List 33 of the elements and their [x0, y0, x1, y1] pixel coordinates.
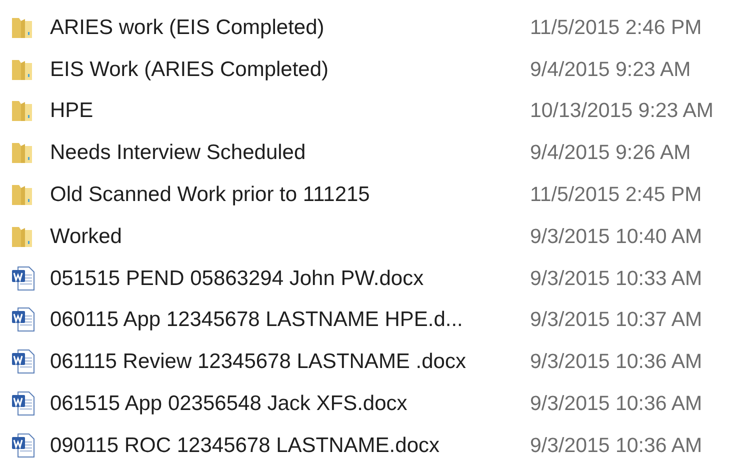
document-icon — [11, 391, 35, 418]
folder-icon — [11, 141, 33, 166]
file-name[interactable]: HPE — [50, 99, 94, 124]
modified-date: 9/3/2015 10:36 AM — [530, 350, 702, 374]
folder-icon — [11, 224, 33, 249]
file-name[interactable]: EIS Work (ARIES Completed) — [50, 58, 329, 82]
folder-icon — [11, 16, 33, 40]
file-name[interactable]: 051515 PEND 05863294 John PW.docx — [50, 266, 424, 291]
file-name[interactable]: 090115 ROC 12345678 LASTNAME.docx — [50, 434, 440, 458]
modified-date: 9/4/2015 9:26 AM — [530, 141, 691, 166]
document-icon — [11, 349, 35, 376]
file-name[interactable]: ARIES work (EIS Completed) — [50, 16, 324, 40]
modified-date: 11/5/2015 2:45 PM — [530, 183, 702, 208]
file-name[interactable]: 061115 Review 12345678 LASTNAME .docx — [50, 350, 466, 374]
file-name[interactable]: Worked — [50, 224, 122, 249]
modified-date: 11/5/2015 2:46 PM — [530, 16, 702, 40]
folder-icon — [11, 58, 33, 82]
folder-icon — [11, 99, 33, 124]
modified-date: 9/3/2015 10:36 AM — [530, 434, 702, 458]
modified-date: 9/4/2015 9:23 AM — [530, 58, 691, 82]
modified-date: 9/3/2015 10:36 AM — [530, 392, 702, 416]
modified-date: 10/13/2015 9:23 AM — [530, 99, 714, 124]
modified-date: 9/3/2015 10:40 AM — [530, 224, 702, 249]
modified-date: 9/3/2015 10:37 AM — [530, 308, 702, 332]
file-name[interactable]: 061515 App 02356548 Jack XFS.docx — [50, 392, 408, 416]
document-icon — [11, 307, 35, 334]
document-icon — [11, 432, 35, 459]
file-name[interactable]: Old Scanned Work prior to 111215 — [50, 183, 370, 208]
modified-date: 9/3/2015 10:33 AM — [530, 266, 702, 291]
document-icon — [11, 266, 35, 292]
file-name[interactable]: Needs Interview Scheduled — [50, 141, 306, 166]
file-name[interactable]: 060115 App 12345678 LASTNAME HPE.d... — [50, 308, 463, 332]
folder-icon — [11, 183, 33, 208]
